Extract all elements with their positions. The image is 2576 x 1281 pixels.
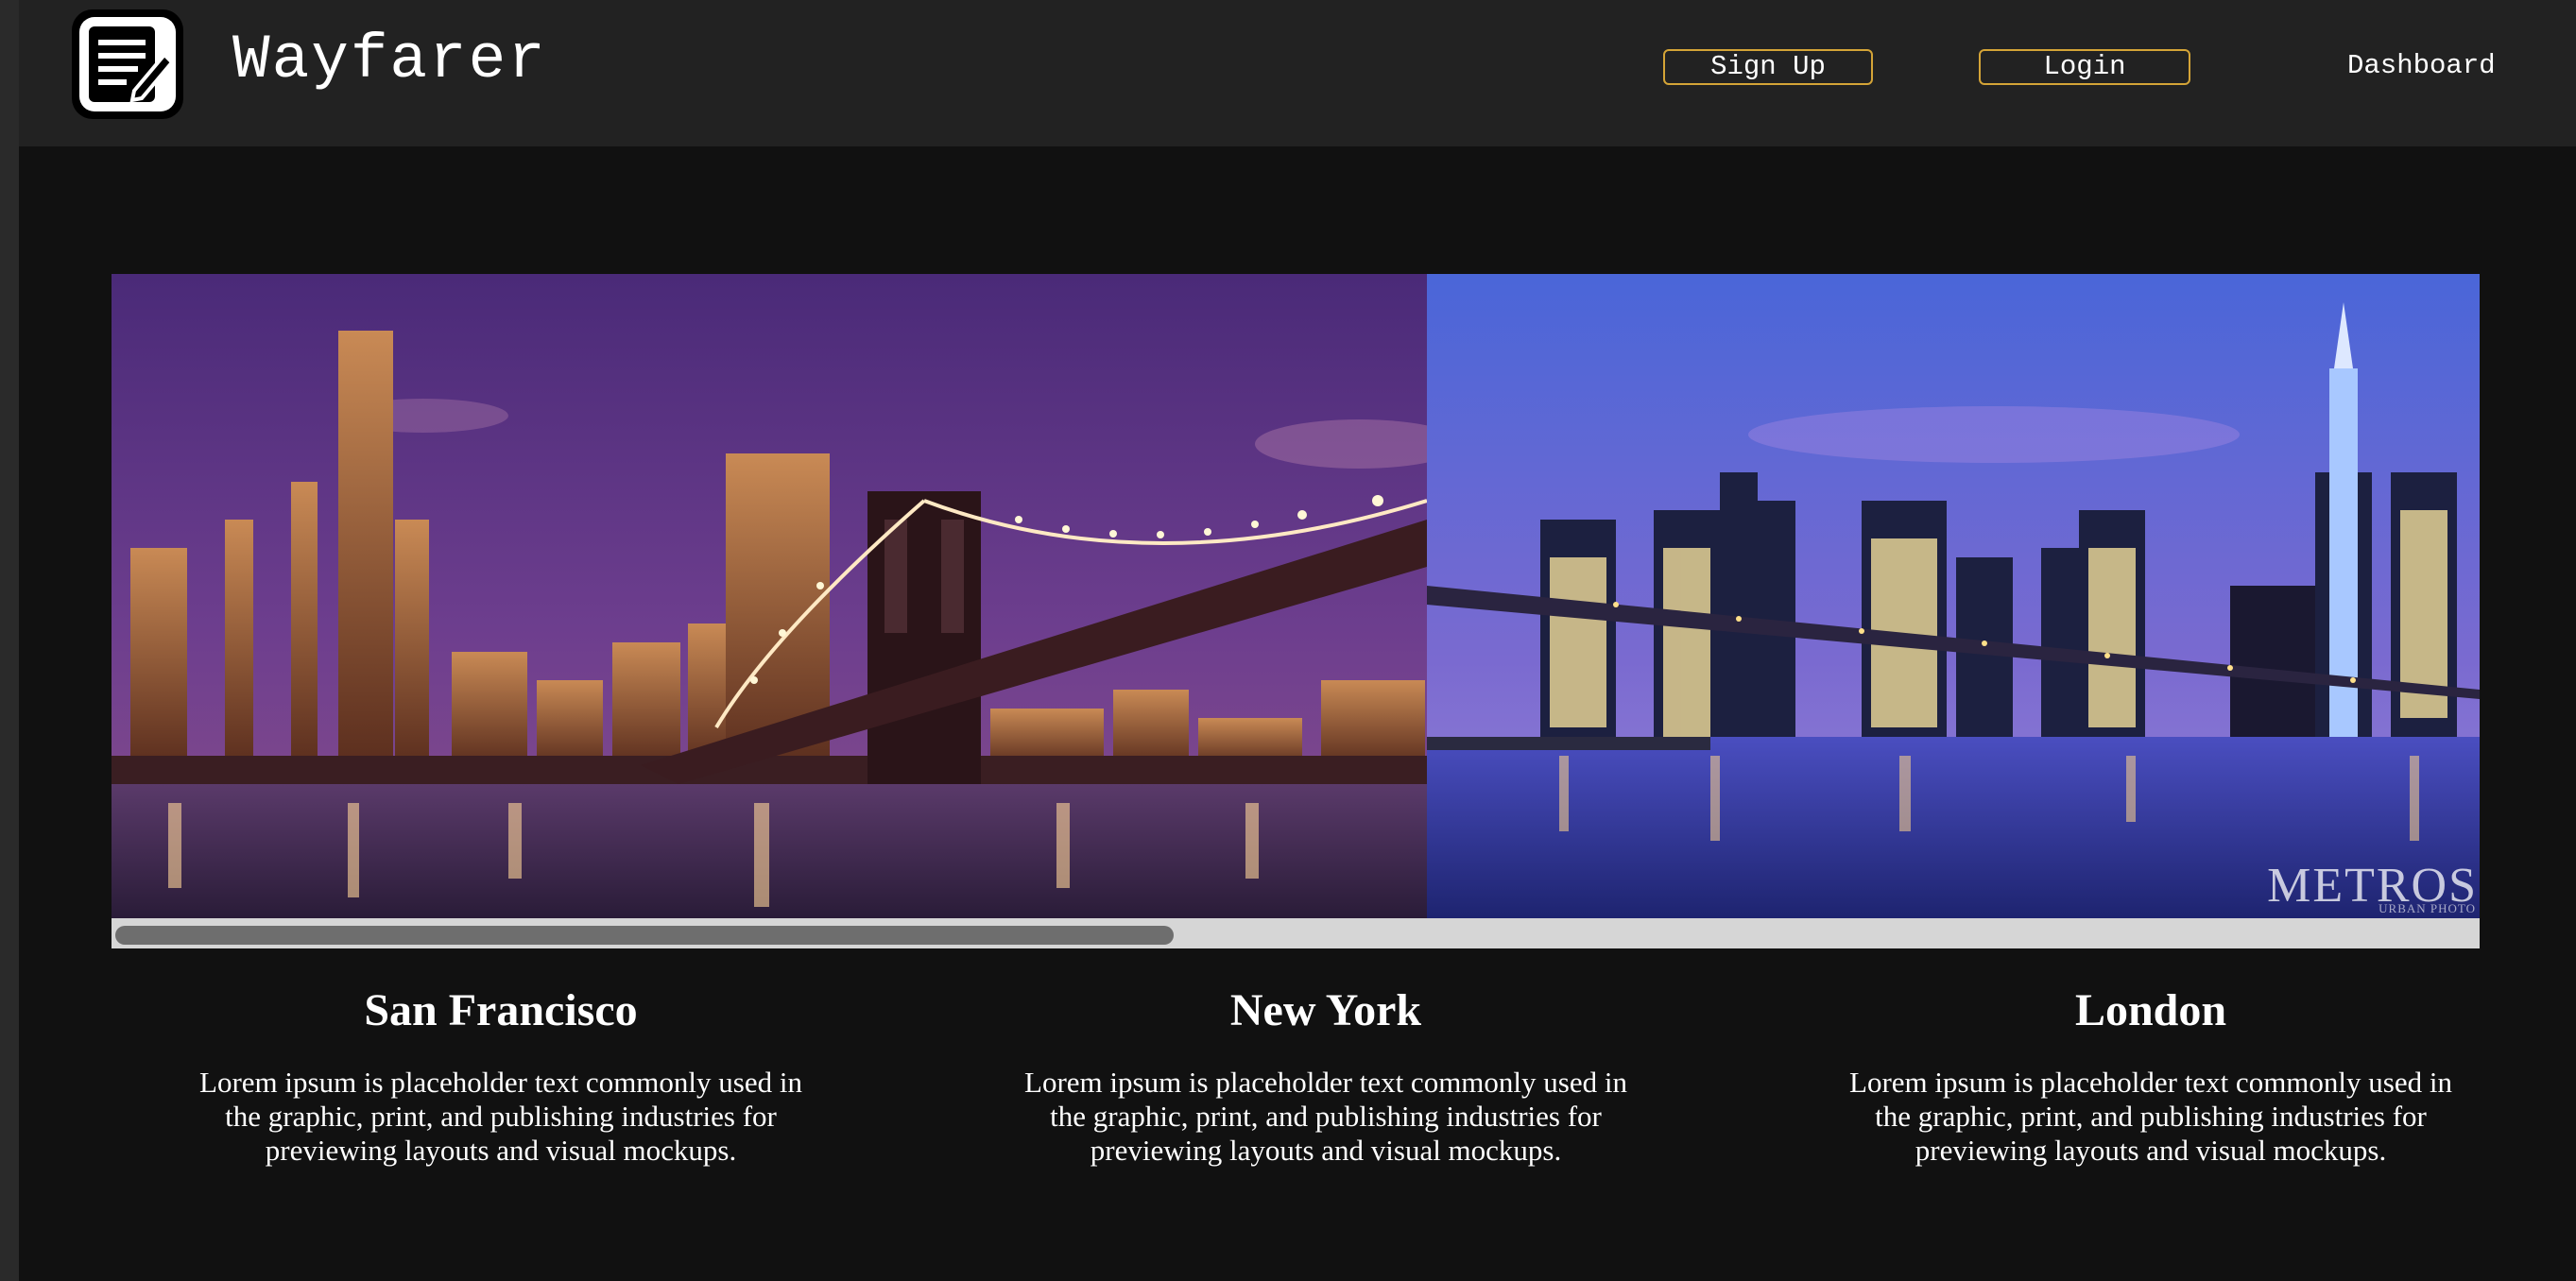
city-description: Lorem ipsum is placeholder text commonly… <box>1849 1066 2452 1167</box>
city-title: San Francisco <box>364 985 638 1035</box>
navbar: Wayfarer Sign Up Login Dashboard <box>19 0 2576 146</box>
city-photo-skyline-dusk <box>1427 274 2480 918</box>
dashboard-link[interactable]: Dashboard <box>2347 49 2496 83</box>
city-description: Lorem ipsum is placeholder text commonly… <box>199 1066 802 1167</box>
horizontal-scrollbar[interactable] <box>112 918 2480 948</box>
city-title: London <box>2074 985 2227 1035</box>
sign-up-button[interactable]: Sign Up <box>1663 49 1873 85</box>
watermark-subtitle: URBAN PHOTO <box>2379 901 2476 915</box>
city-image-carousel[interactable]: METROS URBAN PHOTO <box>112 274 2480 948</box>
page: Wayfarer Sign Up Login Dashboard METROS … <box>19 0 2576 1281</box>
city-card-san-francisco: San Francisco Lorem ipsum is placeholder… <box>123 982 879 1168</box>
city-photo-bridge-sunset <box>112 274 1427 918</box>
logo[interactable] <box>72 9 183 119</box>
city-card-new-york: New York Lorem ipsum is placeholder text… <box>948 982 1704 1168</box>
brand-title: Wayfarer <box>232 25 547 95</box>
city-card-london: London Lorem ipsum is placeholder text c… <box>1773 982 2529 1168</box>
login-button[interactable]: Login <box>1979 49 2190 85</box>
city-title: New York <box>1229 985 1422 1035</box>
notepad-pencil-icon <box>89 26 175 103</box>
scrollbar-thumb[interactable] <box>115 926 1174 945</box>
city-description: Lorem ipsum is placeholder text commonly… <box>1024 1066 1627 1167</box>
